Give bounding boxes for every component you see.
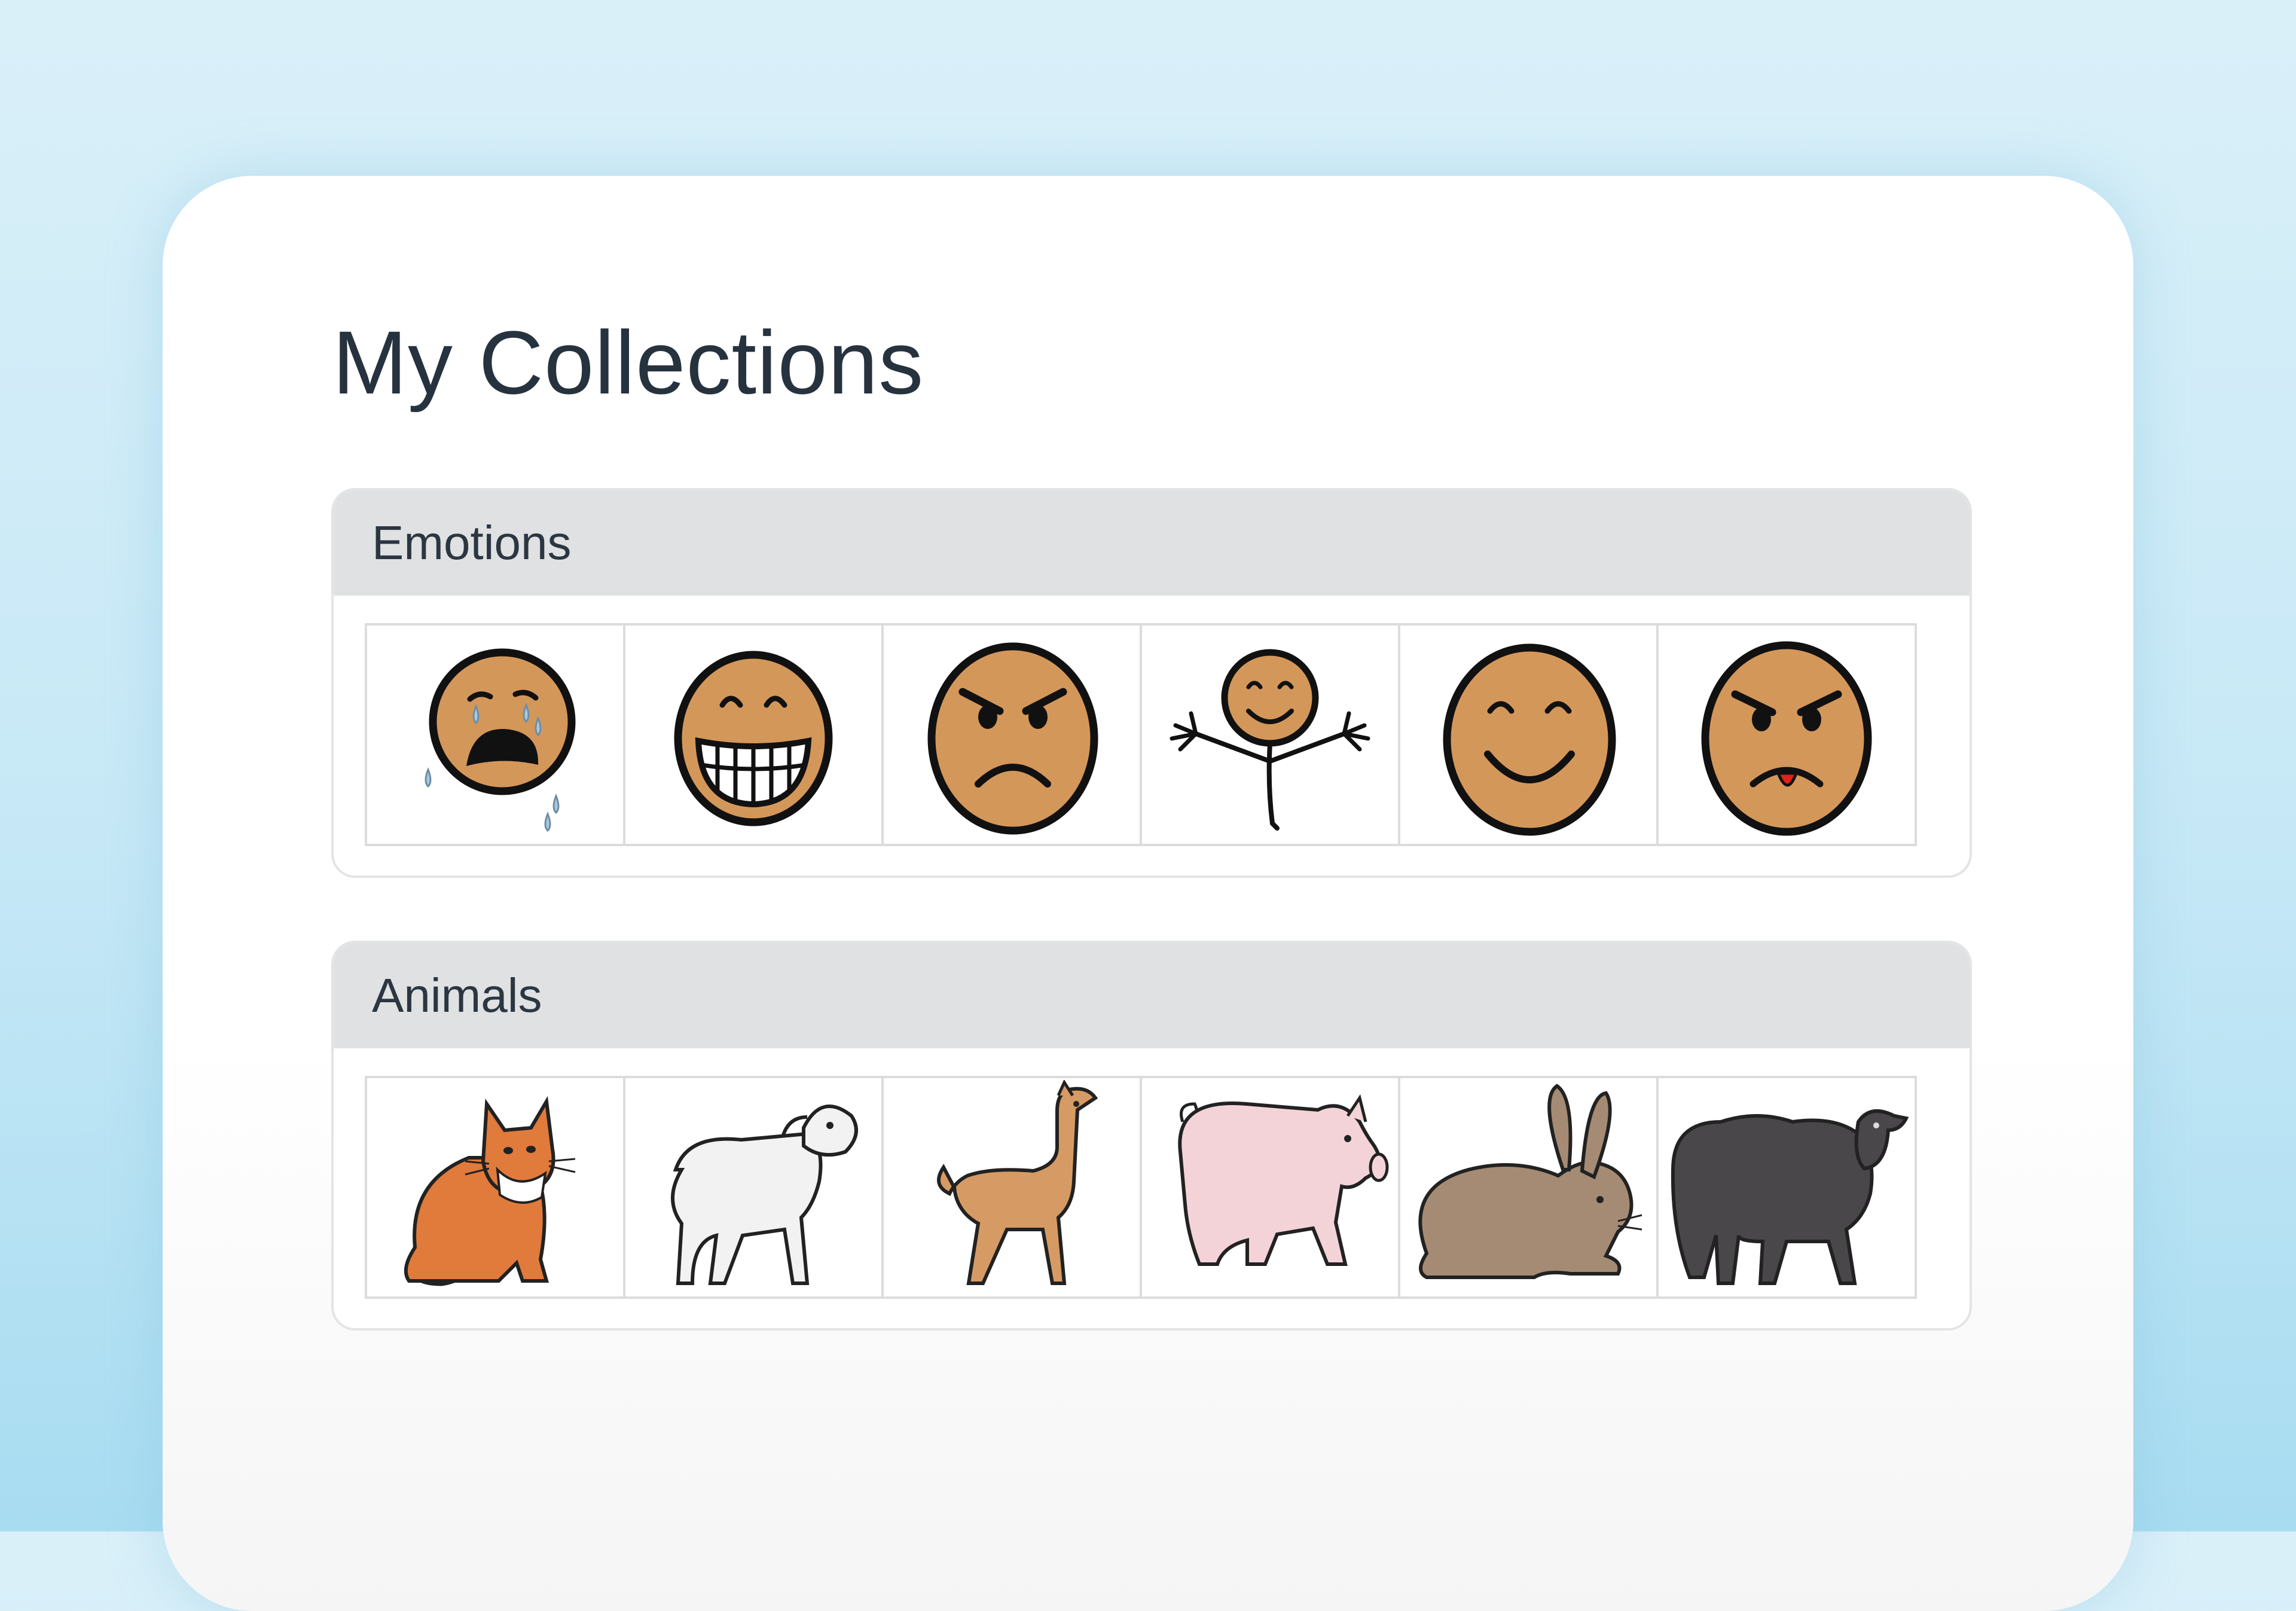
collection-animals[interactable]: Animals xyxy=(331,941,1972,1331)
black-sheep-icon xyxy=(1671,1109,1909,1285)
page-title: My Collections xyxy=(332,312,924,413)
lamb-icon xyxy=(671,1104,858,1285)
pig-icon xyxy=(1178,1094,1389,1266)
angry-face-icon xyxy=(927,642,1098,834)
collection-emotions[interactable]: Emotions xyxy=(331,488,1972,878)
symbol-tile[interactable] xyxy=(1140,623,1400,846)
cat-icon xyxy=(404,1096,576,1286)
symbol-tile[interactable] xyxy=(365,1076,625,1299)
symbol-tile[interactable] xyxy=(1398,1076,1659,1299)
collection-header[interactable]: Emotions xyxy=(334,490,1970,596)
symbol-row xyxy=(365,1076,1917,1299)
symbol-tile[interactable] xyxy=(1140,1076,1400,1299)
symbol-tile[interactable] xyxy=(623,623,884,846)
happy-person-icon xyxy=(1170,649,1370,831)
symbol-tile[interactable] xyxy=(1398,623,1659,846)
symbol-row xyxy=(365,623,1917,846)
rabbit-icon xyxy=(1418,1083,1642,1279)
symbol-tile[interactable] xyxy=(623,1076,884,1299)
smiling-face-icon xyxy=(1443,643,1616,835)
collection-header[interactable]: Animals xyxy=(334,943,1970,1048)
crying-face-icon xyxy=(425,648,576,832)
grinning-face-icon xyxy=(674,651,833,826)
symbol-tile[interactable] xyxy=(881,623,1142,846)
symbol-tile[interactable] xyxy=(365,623,625,846)
symbol-tile[interactable] xyxy=(1656,1076,1917,1299)
disgusted-face-icon xyxy=(1701,641,1872,835)
symbol-tile[interactable] xyxy=(881,1076,1142,1299)
symbol-tile[interactable] xyxy=(1656,623,1917,846)
collection-name: Animals xyxy=(372,969,542,1022)
collection-name: Emotions xyxy=(372,516,572,569)
llama-icon xyxy=(937,1079,1098,1285)
